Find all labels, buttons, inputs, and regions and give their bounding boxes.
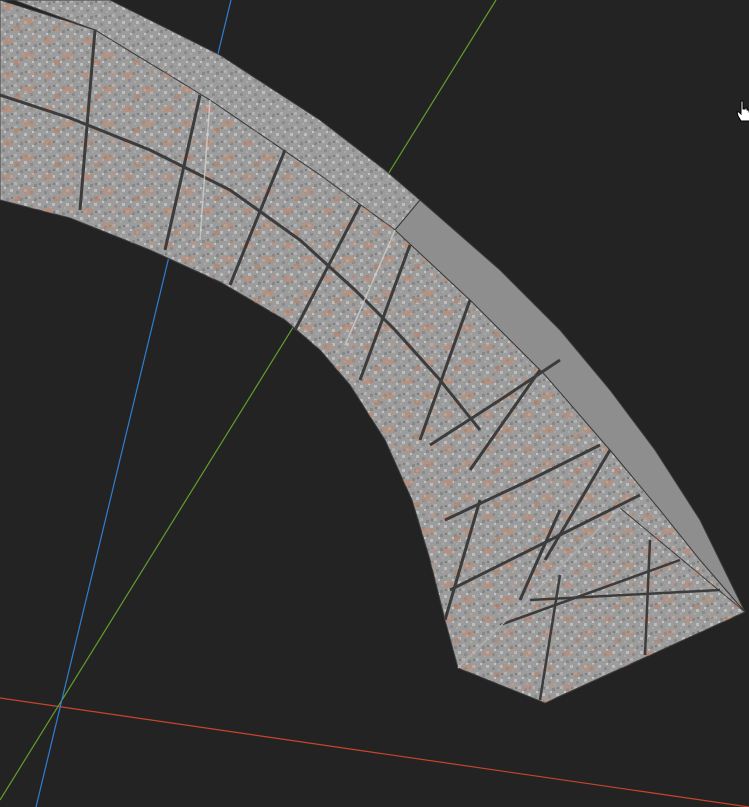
hand-pointer-icon xyxy=(736,100,749,122)
3d-viewport[interactable] xyxy=(0,0,749,807)
x-axis-line xyxy=(0,697,749,807)
viewport-scene xyxy=(0,0,749,807)
stone-arch-model[interactable] xyxy=(0,0,746,704)
